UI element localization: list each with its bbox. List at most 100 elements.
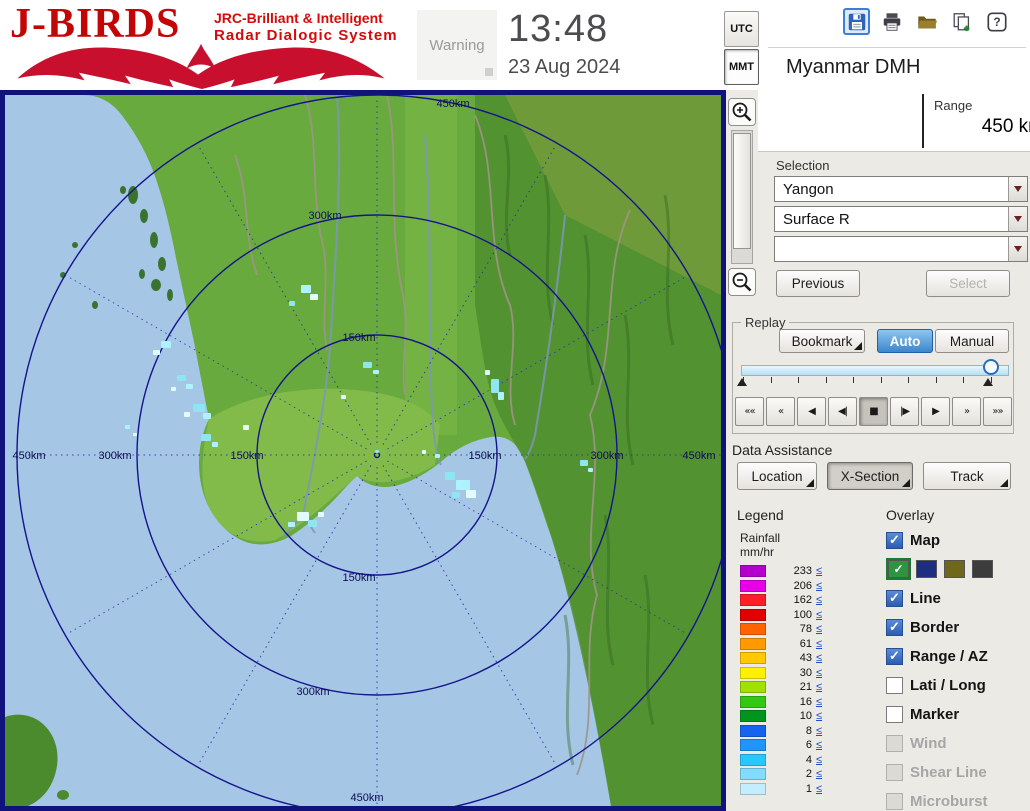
legend-lte-link[interactable]: ≤ [816,609,822,621]
product-dropdown-value: Surface R [783,210,850,228]
legend-lte-link[interactable]: ≤ [816,739,822,751]
rain-echo [375,450,379,453]
option-dropdown-arrow[interactable] [1008,237,1027,261]
overlay-row-line: ✓ Line [886,588,1026,608]
station-dropdown[interactable]: Yangon [774,176,1028,202]
legend-color-swatch [740,768,766,781]
replay-group: Replay Bookmark Auto Manual «« «◀ ◀| ■ |▶ ▶»»… [732,315,1014,434]
control-panel: Range 450 km Selection Yangon Surface R … [726,90,1030,811]
legend-lte-link[interactable]: ≤ [816,638,822,650]
slider-end-marker [983,378,993,386]
checkbox-line[interactable]: ✓ [886,589,903,607]
playback-button[interactable]: ◀| [828,397,857,426]
range-ring-label: 150km [342,572,375,584]
legend-lte-link[interactable]: ≤ [816,652,822,664]
rain-echo [456,480,470,490]
legend-color-swatch [740,695,766,708]
product-dropdown[interactable]: Surface R [774,206,1028,232]
zoom-out-button[interactable] [728,268,756,296]
playback-button[interactable]: ■ [859,397,888,426]
legend-lte-link[interactable]: ≤ [816,565,822,577]
legend-lte-link[interactable]: ≤ [816,696,822,708]
zoom-in-button[interactable] [728,98,756,126]
bookmark-button[interactable]: Bookmark [779,329,865,353]
checkbox-border[interactable]: ✓ [886,618,903,636]
rain-echo [203,413,211,419]
legend-lte-link[interactable]: ≤ [816,681,822,693]
legend-unit-title: Rainfall [740,531,781,545]
legend-lte-link[interactable]: ≤ [816,594,822,606]
data-assistance-label: Data Assistance [732,442,833,458]
print-button[interactable] [878,8,905,35]
utc-button[interactable]: UTC [724,11,759,47]
replay-slider-track[interactable] [741,365,1009,376]
playback-button[interactable]: ◀ [797,397,826,426]
rain-echo [491,379,499,393]
legend-lte-link[interactable]: ≤ [816,710,822,722]
playback-button[interactable]: |▶ [890,397,919,426]
legend-color-swatch [740,623,766,636]
checkbox-map[interactable]: ✓ [886,531,903,549]
track-button[interactable]: Track [923,462,1011,490]
playback-button[interactable]: ▶ [921,397,950,426]
replay-slider-thumb[interactable] [983,359,999,375]
product-dropdown-arrow[interactable] [1008,207,1027,231]
map-scrollbar-thumb[interactable] [733,133,751,249]
legend-lte-link[interactable]: ≤ [816,768,822,780]
overlay-item-label: Lati / Long [910,676,986,694]
legend-lte-link[interactable]: ≤ [816,725,822,737]
range-ring-label: 450km [436,98,469,110]
slider-tick [853,377,854,383]
manual-button[interactable]: Manual [935,329,1009,353]
save-icon [848,13,865,30]
previous-button[interactable]: Previous [776,270,860,297]
map-style-swatch[interactable] [916,560,937,578]
map-style-swatch[interactable]: ✓ [886,558,911,580]
map-style-swatch[interactable] [944,560,965,578]
overlay-row-map: ✓ Map [886,530,1026,550]
open-folder-button[interactable] [913,8,940,35]
playback-button[interactable]: « [766,397,795,426]
legend-row: 16 ≤ [740,695,860,710]
checkbox-lati-long[interactable] [886,676,903,694]
overlay-item-label: Microburst [910,792,988,810]
auto-button[interactable]: Auto [877,329,933,353]
legend-lte-link[interactable]: ≤ [816,623,822,635]
rain-echo [341,395,346,399]
location-button[interactable]: Location [737,462,817,490]
option-dropdown[interactable] [774,236,1028,262]
rain-echo [310,294,318,300]
copy-add-button[interactable] [948,8,975,35]
radar-map-canvas[interactable]: 450km 300km 150km 450km 300km 150km 150km 300km… [5,95,721,806]
playback-button[interactable]: «« [735,397,764,426]
rain-echo [243,425,249,430]
legend-lte-link[interactable]: ≤ [816,783,822,795]
map-scrollbar[interactable] [731,130,753,264]
rain-echo [422,450,426,454]
legend-row: 6 ≤ [740,738,860,753]
xsection-button[interactable]: X-Section [827,462,913,490]
legend-value: 206 [793,579,812,592]
overlay-item-label: Range / AZ [910,647,988,665]
playback-button[interactable]: »» [983,397,1012,426]
legend-lte-link[interactable]: ≤ [816,580,822,592]
overlay-row-shear-line: Shear Line [886,762,1026,782]
warning-button[interactable]: Warning [417,10,497,80]
station-dropdown-arrow[interactable] [1008,177,1027,201]
map-style-swatch[interactable] [972,560,993,578]
select-button[interactable]: Select [926,270,1010,297]
checkbox-marker[interactable] [886,705,903,723]
help-button[interactable]: ? [983,8,1010,35]
rain-echo [485,370,490,375]
mmt-button[interactable]: MMT [724,49,759,85]
legend-value: 61 [799,637,812,650]
checkbox-range-az[interactable]: ✓ [886,647,903,665]
playback-button[interactable]: » [952,397,981,426]
overlay-row-lati-long: Lati / Long [886,675,1026,695]
legend-row: 21 ≤ [740,680,860,695]
legend-lte-link[interactable]: ≤ [816,754,822,766]
range-label: Range [934,98,973,113]
range-display: Range 450 km [758,90,1030,152]
save-button[interactable] [843,8,870,35]
legend-lte-link[interactable]: ≤ [816,667,822,679]
